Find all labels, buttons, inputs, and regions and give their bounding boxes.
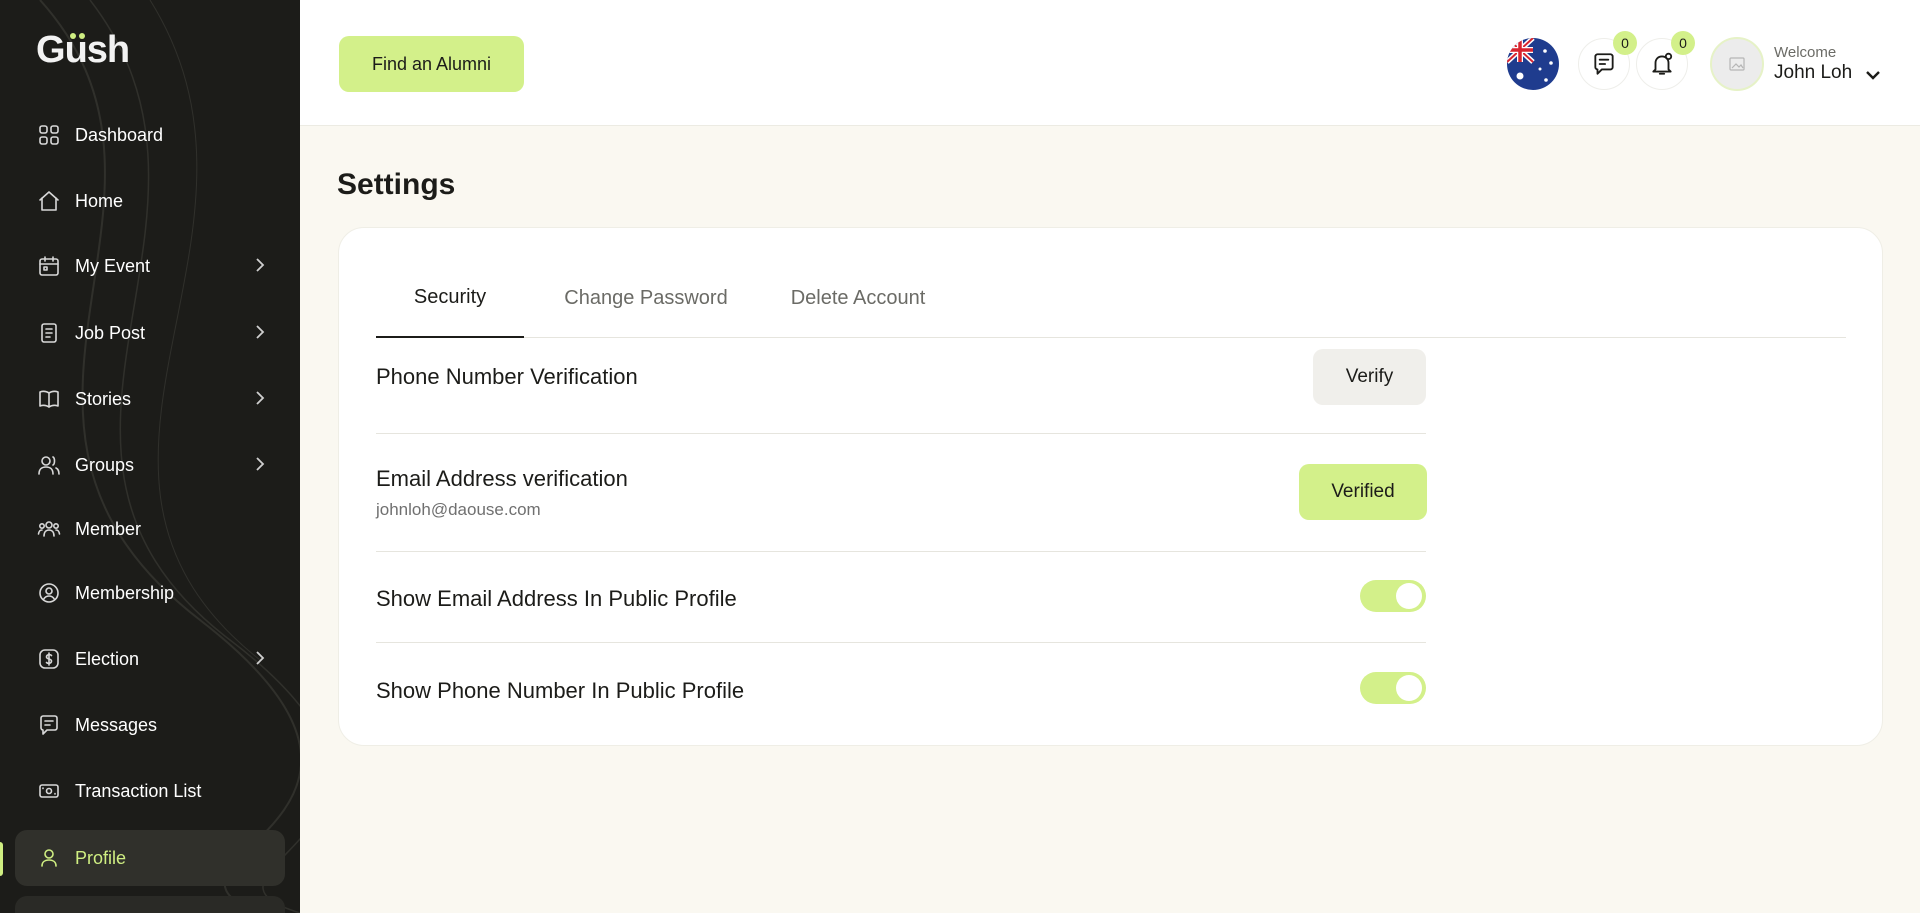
chevron-right-icon — [251, 649, 269, 667]
settings-tabs: Security Change Password Delete Account — [376, 258, 1846, 338]
active-indicator — [0, 842, 3, 876]
membership-icon — [36, 580, 62, 606]
sidebar-item-label: Transaction List — [75, 780, 202, 801]
sidebar-item-job-post[interactable]: Job Post — [15, 305, 285, 361]
toggle-knob — [1396, 675, 1422, 701]
sidebar-item-label: Stories — [75, 388, 132, 409]
document-icon — [36, 320, 62, 346]
messages-count-badge: 0 — [1613, 31, 1637, 55]
sidebar-item-label: Groups — [75, 454, 135, 475]
bell-icon — [1652, 52, 1673, 75]
notifications-button[interactable]: 0 — [1636, 31, 1695, 90]
sidebar-item-label: Home — [75, 190, 124, 211]
email-address: johnloh@daouse.com — [376, 500, 541, 519]
book-icon — [36, 386, 62, 412]
message-icon — [36, 712, 62, 738]
sidebar-item-election[interactable]: Election — [15, 631, 285, 687]
phone-verification-label: Phone Number Verification — [376, 364, 638, 389]
grid-icon — [36, 122, 62, 148]
sidebar-item-label: Membership — [75, 582, 175, 603]
show-email-toggle[interactable] — [1360, 580, 1426, 612]
chevron-right-icon — [251, 455, 269, 473]
show-phone-label: Show Phone Number In Public Profile — [376, 678, 745, 703]
sidebar-item-next[interactable] — [15, 896, 285, 913]
sidebar: Gu sh Dashboard Home My Event Job Post St… — [0, 0, 300, 913]
australia-flag-icon[interactable] — [1507, 38, 1559, 90]
sidebar-item-membership[interactable]: Membership — [15, 565, 285, 621]
sidebar-item-label: Election — [75, 648, 140, 669]
users-icon — [36, 452, 62, 478]
chevron-right-icon — [251, 323, 269, 341]
user-name: John Loh — [1774, 62, 1853, 83]
tab-security[interactable]: Security — [376, 258, 524, 338]
divider — [376, 433, 1426, 434]
chevron-down-icon[interactable] — [1864, 66, 1882, 84]
verify-phone-button[interactable]: Verify — [1313, 349, 1426, 405]
app-logo[interactable]: Gu sh — [36, 29, 130, 71]
user-icon — [36, 845, 62, 871]
email-verified-button[interactable]: Verified — [1299, 464, 1427, 520]
sidebar-item-profile[interactable]: Profile — [15, 830, 285, 886]
sidebar-item-label: Member — [75, 518, 142, 539]
messages-button[interactable]: 0 — [1578, 31, 1637, 90]
divider — [376, 551, 1426, 552]
members-icon — [36, 516, 62, 542]
notifications-count-badge: 0 — [1671, 31, 1695, 55]
calendar-icon — [36, 253, 62, 279]
show-phone-toggle[interactable] — [1360, 672, 1426, 704]
divider — [376, 642, 1426, 643]
sidebar-item-label: Job Post — [75, 322, 146, 343]
home-icon — [36, 188, 62, 214]
tab-change-password[interactable]: Change Password — [546, 258, 746, 338]
sidebar-item-home[interactable]: Home — [15, 173, 285, 229]
sidebar-item-transaction-list[interactable]: Transaction List — [15, 763, 285, 819]
sidebar-item-groups[interactable]: Groups — [15, 437, 285, 493]
sidebar-item-member[interactable]: Member — [15, 501, 285, 557]
sidebar-item-label: My Event — [75, 255, 151, 276]
sidebar-item-stories[interactable]: Stories — [15, 371, 285, 427]
sidebar-item-label: Profile — [75, 847, 127, 868]
sidebar-item-my-event[interactable]: My Event — [15, 238, 285, 294]
chevron-right-icon — [251, 389, 269, 407]
sidebar-item-label: Dashboard — [75, 124, 164, 145]
message-icon — [1594, 53, 1614, 75]
avatar[interactable] — [1710, 37, 1764, 91]
email-verification-label: Email Address verification — [376, 466, 628, 491]
tab-delete-account[interactable]: Delete Account — [768, 258, 948, 338]
show-email-label: Show Email Address In Public Profile — [376, 586, 737, 611]
dollar-icon — [36, 646, 62, 672]
cash-icon — [36, 778, 62, 804]
welcome-label: Welcome — [1774, 44, 1837, 61]
toggle-knob — [1396, 583, 1422, 609]
page-title: Settings — [337, 168, 456, 201]
image-placeholder-icon — [1729, 57, 1745, 71]
settings-card: Security Change Password Delete Account … — [338, 227, 1883, 746]
sidebar-item-label: Messages — [75, 714, 158, 735]
sidebar-item-messages[interactable]: Messages — [15, 697, 285, 753]
top-header: Find an Alumni 0 0 Welcome John Loh — [300, 0, 1920, 126]
chevron-right-icon — [251, 256, 269, 274]
find-alumni-button[interactable]: Find an Alumni — [339, 36, 524, 92]
sidebar-item-dashboard[interactable]: Dashboard — [15, 107, 285, 163]
